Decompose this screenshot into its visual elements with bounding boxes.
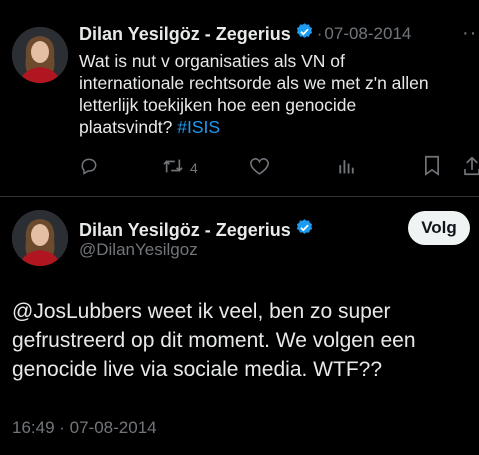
reply-button[interactable] [79, 156, 99, 179]
share-button[interactable] [462, 155, 479, 179]
bookmark-button[interactable] [423, 155, 441, 179]
more-icon[interactable]: ·· [462, 22, 477, 45]
author-name[interactable]: Dilan Yesilgöz - Zegerius [79, 24, 291, 45]
tweet2-header: Dilan Yesilgöz - Zegerius [79, 218, 314, 242]
tweet-text: @JosLubbers weet ik veel, ben zo super g… [12, 297, 472, 384]
tweet-date[interactable]: 07-08-2014 [324, 24, 411, 44]
author-name[interactable]: Dilan Yesilgöz - Zegerius [79, 220, 291, 241]
avatar[interactable] [12, 27, 68, 83]
tweet-text-line: plaatsvindt? [79, 117, 173, 137]
views-button[interactable] [336, 156, 356, 179]
bookmark-icon [423, 155, 441, 179]
verified-icon [295, 218, 314, 242]
tweet1-header: Dilan Yesilgöz - Zegerius · 07-08-2014 [79, 22, 411, 46]
separator: · [316, 24, 323, 43]
tweet-text-line: genocide live via sociale media. WTF?? [12, 358, 383, 381]
views-icon [336, 156, 356, 179]
retweet-button[interactable]: 4 [162, 156, 198, 179]
tweet-text: Wat is nut v organisaties als VN of inte… [79, 50, 474, 138]
tweet-text-line: Wat is nut v organisaties als VN of [79, 51, 345, 71]
author-handle[interactable]: @DilanYesilgoz [79, 240, 198, 260]
tweet-text-line: letterlijk toekijken hoe een genocide [79, 95, 357, 115]
tweet-timestamp[interactable]: 16:49 · 07-08-2014 [12, 418, 157, 438]
tweet-text-line: internationale rechtsorde als we met z'n… [79, 73, 429, 93]
share-icon [462, 155, 479, 179]
reply-icon [79, 156, 99, 179]
retweet-count: 4 [190, 159, 198, 176]
follow-button[interactable]: Volg [408, 211, 470, 245]
like-button[interactable] [249, 156, 270, 179]
tweet-text-line: @JosLubbers weet ik veel, ben zo super [12, 300, 391, 323]
avatar[interactable] [12, 210, 68, 266]
retweet-icon [162, 156, 184, 179]
like-icon [249, 156, 270, 179]
tweet-text-line: gefrustreerd op dit moment. We volgen ee… [12, 329, 416, 352]
divider [0, 196, 479, 197]
verified-icon [295, 22, 314, 46]
hashtag-link[interactable]: #ISIS [177, 117, 220, 137]
